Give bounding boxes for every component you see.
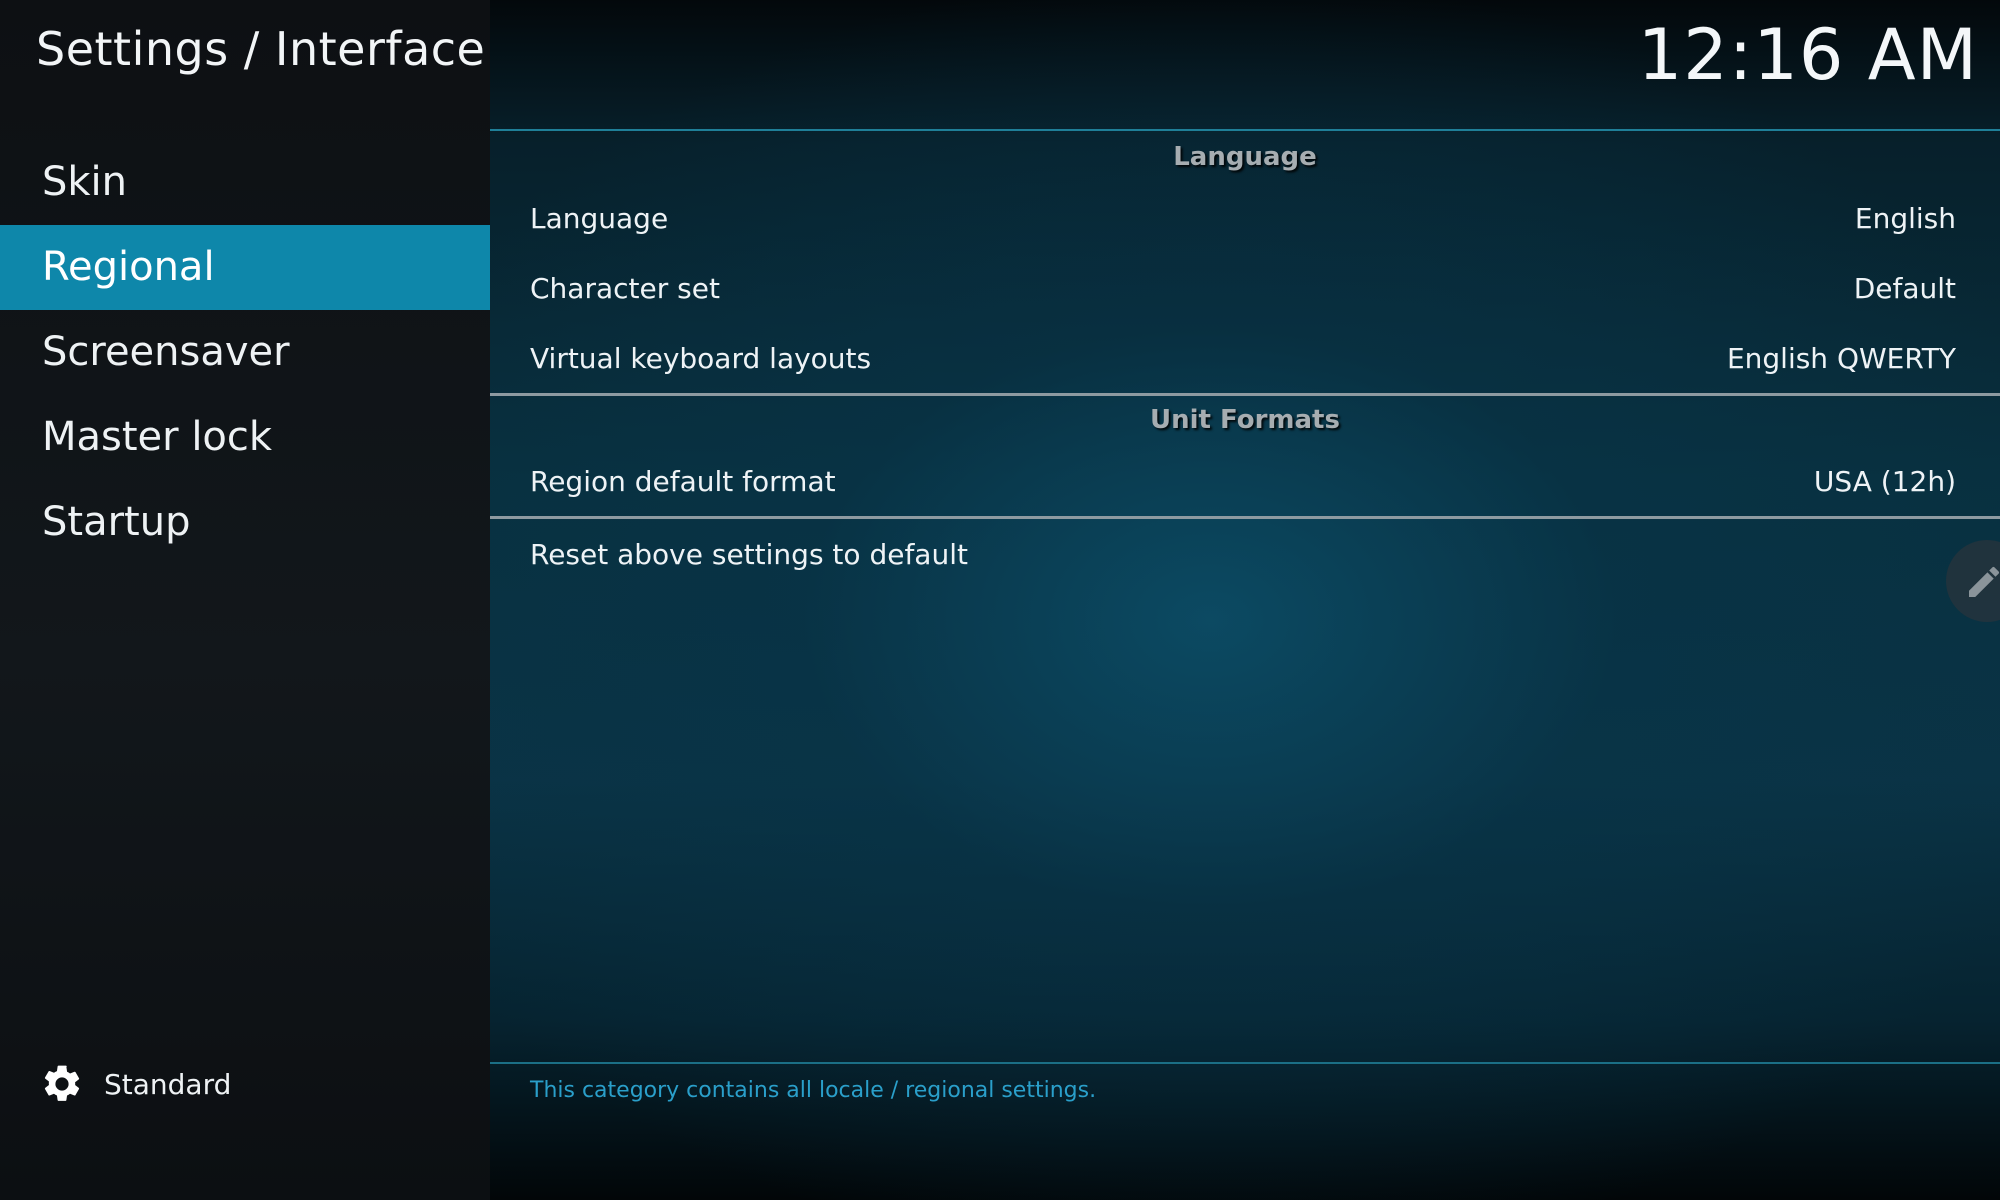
reset-label: Reset above settings to default <box>530 537 968 571</box>
breadcrumb: Settings / Interface <box>36 22 486 76</box>
sidebar-item-regional[interactable]: Regional <box>0 225 490 310</box>
pencil-icon <box>1969 566 2000 597</box>
sidebar-item-screensaver[interactable]: Screensaver <box>0 310 490 395</box>
sidebar-item-skin[interactable]: Skin <box>0 140 490 225</box>
clock: 12:16 AM <box>1637 14 1978 96</box>
setting-value: English QWERTY <box>1726 341 1956 375</box>
group-title-language: Language <box>1173 142 1317 172</box>
setting-row-keyboard-layouts[interactable]: Virtual keyboard layouts English QWERTY <box>530 330 1956 386</box>
sidebar-item-startup[interactable]: Startup <box>0 480 490 565</box>
setting-value: Default <box>1853 271 1956 305</box>
group-divider <box>490 393 2000 396</box>
setting-label: Language <box>530 201 669 235</box>
setting-row-region-format[interactable]: Region default format USA (12h) <box>530 453 1956 509</box>
setting-row-character-set[interactable]: Character set Default <box>530 260 1956 316</box>
setting-label: Character set <box>530 271 720 305</box>
sidebar-item-master-lock[interactable]: Master lock <box>0 395 490 480</box>
settings-level-label: Standard <box>104 1067 232 1101</box>
setting-value: English <box>1854 201 1956 235</box>
category-description: This category contains all locale / regi… <box>530 1078 1097 1103</box>
gear-icon <box>44 1065 80 1101</box>
setting-row-language[interactable]: Language English <box>530 190 1956 246</box>
setting-value: USA (12h) <box>1813 464 1956 498</box>
bottom-divider <box>490 1062 2000 1064</box>
app-window: Settings / Interface Skin Regional Scree… <box>0 0 2000 1200</box>
settings-level-button[interactable]: Standard <box>40 1062 231 1106</box>
main-panel: 12:16 AM Language Language English Chara… <box>490 0 2000 1200</box>
top-divider <box>490 129 2000 131</box>
sidebar: Settings / Interface Skin Regional Scree… <box>0 0 490 1200</box>
group-title-unit-formats: Unit Formats <box>1150 405 1340 435</box>
setting-label: Region default format <box>530 464 836 498</box>
group-divider <box>490 516 2000 519</box>
setting-label: Virtual keyboard layouts <box>530 341 872 375</box>
reset-settings-button[interactable]: Reset above settings to default <box>530 526 1956 582</box>
category-list: Skin Regional Screensaver Master lock St… <box>0 140 490 565</box>
